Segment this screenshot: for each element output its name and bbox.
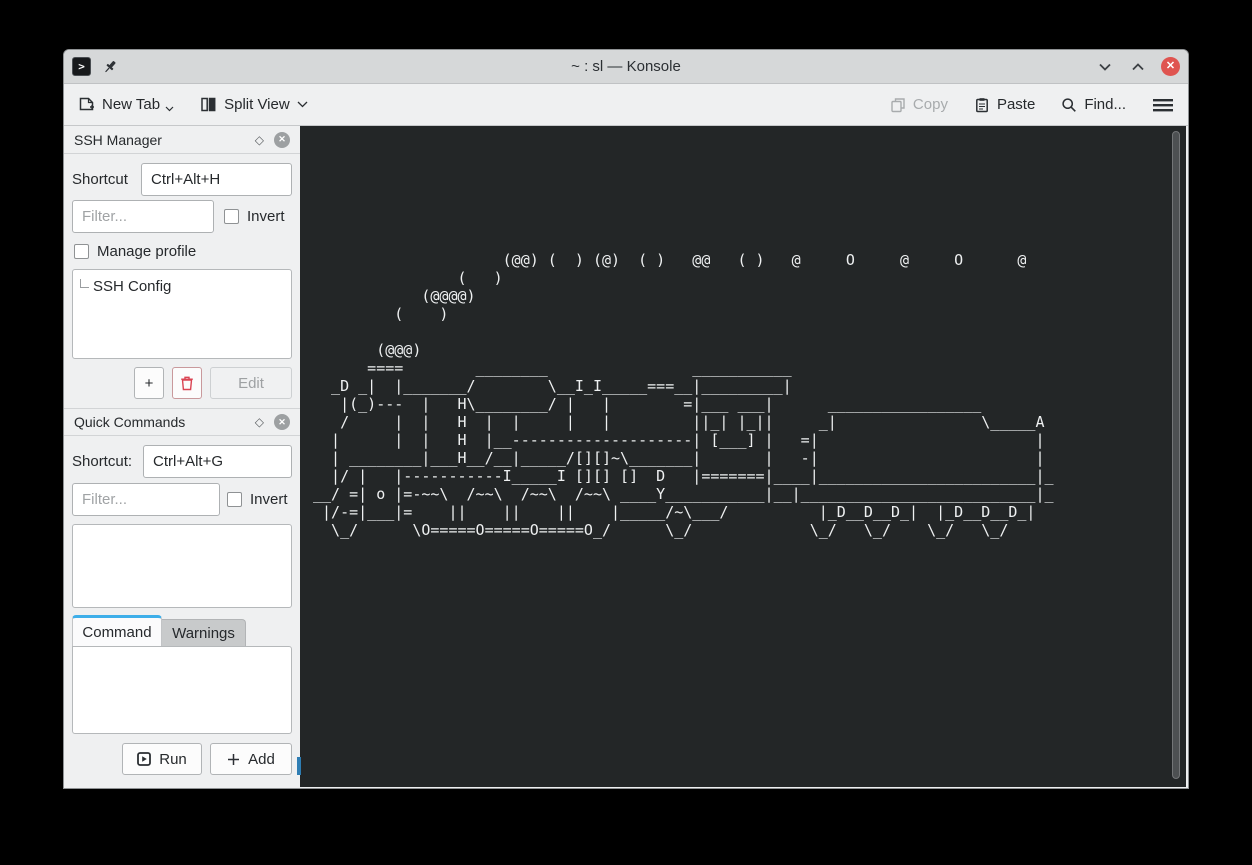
quick-commands-title: Quick Commands [74,414,185,430]
sidebar: SSH Manager ◇ ✕ Shortcut Invert [64,126,300,787]
list-item[interactable]: SSH Config [73,270,291,295]
filter-input[interactable] [72,483,220,516]
chevron-up-icon [1132,63,1144,71]
tab-command-label: Command [82,624,151,641]
invert-checkbox[interactable] [227,492,242,507]
split-view-icon [200,96,217,113]
run-icon [137,752,151,766]
copy-icon [890,97,906,113]
close-button[interactable]: ✕ [1161,57,1180,76]
quick-commands-list[interactable] [72,524,292,608]
tab-command[interactable]: Command [72,615,162,646]
konsole-app-icon: > [72,57,91,76]
close-icon: ✕ [1166,61,1175,72]
add-command-button[interactable]: Add [210,743,292,775]
plus-icon [227,753,240,766]
run-button[interactable]: Run [122,743,202,775]
split-view-label: Split View [224,96,290,113]
tab-warnings[interactable]: Warnings [162,619,246,646]
window-title: ~ : sl — Konsole [64,58,1188,75]
konsole-window: > ~ : sl — Konsole [64,50,1188,788]
float-panel-icon[interactable]: ◇ [255,415,264,429]
pin-icon [101,58,119,76]
tree-branch-icon [80,279,89,288]
new-tab-button[interactable]: New Tab [78,96,174,113]
new-tab-icon [78,96,95,113]
invert-checkbox[interactable] [224,209,239,224]
desktop-background: > ~ : sl — Konsole [0,0,1252,865]
ssh-config-list[interactable]: SSH Config [72,269,292,359]
shortcut-label: Shortcut: [72,453,132,470]
tree-item-label: SSH Config [93,278,171,295]
command-textarea[interactable] [72,646,292,734]
terminal-ascii-art: (@@) ( ) (@) ( ) @@ ( ) @ O @ O @ ( ) (@… [313,251,1054,539]
hamburger-menu-icon [1152,97,1174,113]
edit-ssh-button[interactable]: Edit [210,367,292,399]
delete-ssh-button[interactable] [172,367,202,399]
plus-icon: + [145,375,154,392]
menu-button[interactable] [1152,97,1174,113]
maximize-button[interactable] [1128,57,1147,76]
search-icon [1061,97,1077,113]
paste-icon [974,97,990,113]
quick-commands-panel: Shortcut: Invert Command Wa [64,436,300,775]
scrollbar-thumb[interactable] [1172,131,1180,779]
paste-button[interactable]: Paste [974,96,1035,113]
ssh-manager-title: SSH Manager [74,132,162,148]
edit-label: Edit [238,375,264,392]
chevron-down-icon [297,101,308,108]
minimize-button[interactable] [1095,57,1114,76]
paste-label: Paste [997,96,1035,113]
titlebar[interactable]: > ~ : sl — Konsole [64,50,1188,84]
invert-label: Invert [247,208,285,225]
splitter-handle[interactable] [297,757,301,775]
quick-commands-header[interactable]: Quick Commands ◇ ✕ [64,408,300,436]
chevron-down-icon [1099,63,1111,71]
filter-input[interactable] [72,200,214,233]
shortcut-input[interactable] [141,163,292,196]
shortcut-input[interactable] [143,445,292,478]
close-panel-button[interactable]: ✕ [274,414,290,430]
chevron-down-icon [165,106,174,112]
add-ssh-button[interactable]: + [134,367,164,399]
add-label: Add [248,751,275,768]
float-panel-icon[interactable]: ◇ [255,133,264,147]
ssh-manager-header[interactable]: SSH Manager ◇ ✕ [64,126,300,154]
new-tab-label: New Tab [102,96,160,113]
shortcut-label: Shortcut [72,171,128,188]
close-panel-button[interactable]: ✕ [274,132,290,148]
invert-label: Invert [250,491,288,508]
copy-button[interactable]: Copy [890,96,948,113]
tab-warnings-label: Warnings [172,625,235,642]
manage-profile-label: Manage profile [97,243,196,260]
copy-label: Copy [913,96,948,113]
trash-icon [180,376,194,391]
run-label: Run [159,751,187,768]
find-label: Find... [1084,96,1126,113]
toolbar: New Tab Split View [64,84,1188,126]
terminal-view[interactable]: (@@) ( ) (@) ( ) @@ ( ) @ O @ O @ ( ) (@… [300,126,1186,787]
ssh-manager-panel: Shortcut Invert Manage profile [64,154,300,399]
find-button[interactable]: Find... [1061,96,1126,113]
split-view-button[interactable]: Split View [200,96,308,113]
manage-profile-checkbox[interactable] [74,244,89,259]
